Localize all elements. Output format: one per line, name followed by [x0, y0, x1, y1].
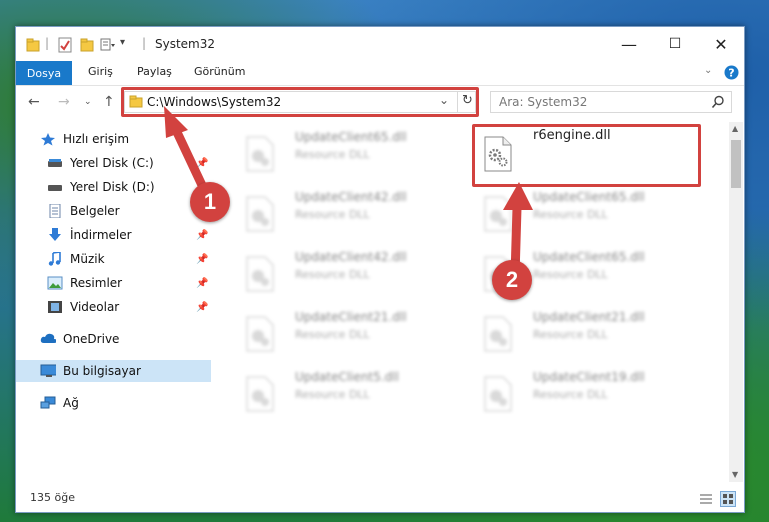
music-icon: [48, 252, 61, 266]
back-arrow-icon[interactable]: ←: [28, 94, 40, 110]
network-icon: [40, 396, 56, 409]
large-icons-view-icon[interactable]: [720, 491, 736, 507]
list-item[interactable]: UpdateClient21.dll Resource DLL: [473, 306, 683, 360]
sidebar-item-downloads[interactable]: İndirmeler 📌: [16, 224, 211, 246]
dll-file-icon: [484, 316, 512, 352]
scroll-up-icon[interactable]: ▲: [732, 124, 738, 133]
tab-giris[interactable]: Giriş: [88, 65, 113, 78]
properties-icon[interactable]: [58, 37, 72, 53]
sidebar-item-music[interactable]: Müzik 📌: [16, 248, 211, 270]
dll-file-icon: [246, 136, 274, 172]
ribbon: Dosya Giriş Paylaş Görünüm ⌄ ?: [16, 61, 744, 86]
recent-locations-icon[interactable]: ⌄: [84, 97, 92, 107]
window-title: System32: [155, 37, 216, 51]
pin-icon[interactable]: 📌: [196, 254, 208, 265]
expand-ribbon-icon[interactable]: ⌄: [704, 65, 712, 76]
scrollbar-thumb[interactable]: [731, 140, 741, 188]
new-folder-icon[interactable]: [80, 37, 94, 53]
up-arrow-icon[interactable]: ↑: [103, 94, 115, 110]
status-bar: 135 öğe: [16, 487, 744, 512]
help-icon[interactable]: ?: [724, 65, 739, 80]
svg-text:?: ?: [728, 67, 734, 80]
cloud-icon: [40, 333, 56, 343]
list-item[interactable]: UpdateClient21.dll Resource DLL: [235, 306, 445, 360]
dll-file-icon: [246, 316, 274, 352]
search-icon[interactable]: [711, 95, 725, 109]
star-icon: [41, 133, 55, 146]
item-count: 135 öğe: [30, 491, 75, 504]
folder-icon: [26, 38, 40, 52]
pin-icon[interactable]: 📌: [196, 278, 208, 289]
list-item[interactable]: UpdateClient5.dll Resource DLL: [235, 366, 445, 420]
drive-icon: [48, 185, 62, 191]
sidebar-item-videos[interactable]: Videolar 📌: [16, 296, 211, 318]
list-item[interactable]: UpdateClient65.dll Resource DLL: [235, 126, 445, 180]
minimize-button[interactable]: —: [606, 27, 652, 61]
list-item[interactable]: UpdateClient42.dll Resource DLL: [235, 246, 445, 300]
annotation-badge-2: 2: [492, 260, 532, 300]
vertical-scrollbar[interactable]: ▲ ▼: [729, 122, 743, 482]
separator: |: [142, 36, 147, 50]
dll-file-icon: [246, 256, 274, 292]
tab-dosya[interactable]: Dosya: [16, 61, 72, 85]
maximize-button[interactable]: ☐: [652, 27, 698, 61]
dll-file-icon: [246, 196, 274, 232]
close-button[interactable]: ✕: [698, 27, 744, 61]
videos-icon: [48, 301, 62, 313]
pin-icon[interactable]: 📌: [196, 230, 208, 241]
dll-file-icon: [484, 376, 512, 412]
pin-icon[interactable]: 📌: [196, 302, 208, 313]
documents-icon: [49, 204, 61, 218]
dll-file-icon: [246, 376, 274, 412]
list-item[interactable]: UpdateClient42.dll Resource DLL: [235, 186, 445, 240]
annotation-badge-1: 1: [190, 182, 230, 222]
title-bar: | ▾ | System32 — ☐ ✕: [16, 27, 744, 61]
download-icon: [49, 228, 61, 241]
tab-gorunum[interactable]: Görünüm: [194, 65, 245, 78]
sidebar-item-pictures[interactable]: Resimler 📌: [16, 272, 211, 294]
scroll-down-icon[interactable]: ▼: [732, 470, 738, 479]
search-placeholder: Ara: System32: [499, 95, 588, 109]
forward-arrow-icon[interactable]: →: [58, 94, 70, 110]
sidebar-item-onedrive[interactable]: OneDrive: [16, 328, 211, 350]
computer-icon: [40, 364, 56, 377]
sidebar-item-this-pc[interactable]: Bu bilgisayar: [16, 360, 211, 382]
separator: |: [45, 36, 50, 50]
customize-quick-access-icon[interactable]: [100, 37, 116, 53]
sidebar-item-network[interactable]: Ağ: [16, 392, 211, 414]
list-item[interactable]: UpdateClient19.dll Resource DLL: [473, 366, 683, 420]
pictures-icon: [47, 276, 63, 290]
tab-paylas[interactable]: Paylaş: [137, 65, 172, 78]
chevron-down-icon[interactable]: ▾: [120, 37, 125, 53]
search-box[interactable]: Ara: System32: [490, 91, 732, 113]
details-view-icon[interactable]: [698, 492, 714, 506]
drive-icon: [48, 159, 62, 167]
